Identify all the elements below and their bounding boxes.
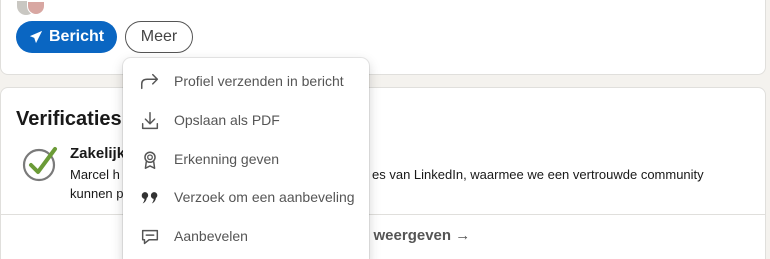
menu-item-save-pdf[interactable]: Opslaan als PDF: [123, 101, 369, 139]
show-all-link[interactable]: s weergeven →: [361, 227, 470, 244]
verifications-card: Verificaties Zakelijk Marcel h es van Li…: [0, 87, 766, 259]
divider: [1, 214, 765, 215]
message-button-label: Bericht: [49, 28, 105, 45]
verification-text-start: Marcel h: [70, 167, 120, 182]
download-icon: [139, 110, 161, 132]
verification-name: Zakelijk: [70, 145, 126, 162]
menu-item-label: Verzoek om een aanbeveling: [174, 189, 355, 205]
mutual-connections-avatars[interactable]: [17, 1, 55, 15]
more-dropdown-menu: Profiel verzenden in bericht Opslaan als…: [123, 58, 369, 259]
verification-description-line2: kunnen p: [70, 186, 124, 201]
more-button-label: Meer: [140, 28, 178, 45]
verification-text-end: es van LinkedIn, waarmee we een vertrouw…: [372, 167, 704, 182]
menu-item-recommend[interactable]: Aanbevelen: [123, 217, 369, 255]
menu-item-send-profile[interactable]: Profiel verzenden in bericht: [123, 62, 369, 100]
message-button[interactable]: Bericht: [16, 21, 117, 53]
quote-icon: [139, 187, 161, 209]
send-icon: [29, 30, 43, 44]
menu-item-label: Aanbevelen: [174, 228, 248, 244]
menu-item-label: Profiel verzenden in bericht: [174, 73, 344, 89]
menu-item-request-recommendation[interactable]: Verzoek om een aanbeveling: [123, 178, 369, 216]
verification-description: Marcel h es van LinkedIn, waarmee we een…: [70, 167, 704, 182]
menu-item-label: Erkenning geven: [174, 151, 280, 167]
more-button[interactable]: Meer: [125, 21, 193, 53]
verified-check-icon: [22, 147, 57, 182]
menu-item-give-recognition[interactable]: Erkenning geven: [123, 140, 369, 178]
profile-card: Bericht Meer: [0, 0, 766, 75]
menu-item-label: Opslaan als PDF: [174, 112, 280, 128]
share-arrow-icon: [139, 71, 161, 93]
avatar: [27, 1, 45, 15]
section-title: Verificaties: [16, 108, 122, 130]
speech-bubble-icon: [139, 226, 161, 248]
award-ribbon-icon: [139, 149, 161, 171]
